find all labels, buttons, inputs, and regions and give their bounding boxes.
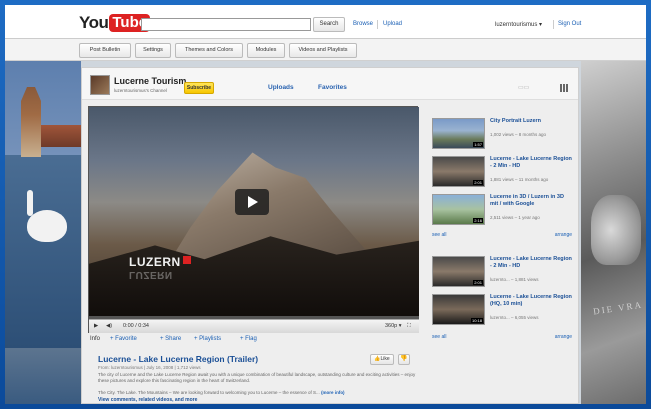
player-controls: ▶ ◀) 0:00 / 0:34 360p ▾ ⛶ (89, 319, 419, 333)
video-thumbnail[interactable]: 2:01 (432, 256, 485, 287)
video-description: The city of Lucerne and the Lake Lucerne… (98, 372, 416, 383)
channel-header: Lucerne Tourism luzerntourismus's Channe… (82, 68, 578, 100)
list-item[interactable]: 2:01 Lucerne - Lake Lucerne Region - 2 M… (428, 254, 574, 290)
like-button[interactable]: 👍Like (370, 354, 394, 365)
youtube-logo[interactable]: You Tube (79, 12, 151, 32)
share-button[interactable]: + Share (160, 336, 181, 342)
list-item[interactable]: 1:57 City Portrait Luzern 1,002 views – … (428, 116, 574, 152)
list-item-title[interactable]: City Portrait Luzern (490, 118, 572, 125)
list-item-meta: 1,881 views – 11 months ago (490, 177, 549, 182)
duration-badge: 2:16 (473, 218, 483, 223)
quality-selector[interactable]: 360p ▾ (385, 323, 402, 329)
video-frame[interactable]: LUZERN LUZERN (89, 107, 419, 319)
tab-modules[interactable]: Modules (247, 43, 285, 58)
video-title[interactable]: Lucerne - Lake Lucerne Region (Trailer) (98, 354, 258, 364)
see-all-link[interactable]: see all (432, 334, 446, 340)
tab-post-bulletin[interactable]: Post Bulletin (79, 43, 131, 58)
chapel-bridge (41, 125, 81, 147)
list-item-meta: 2,511 views – 1 year ago (490, 215, 540, 220)
username: luzerntourismus (495, 22, 538, 28)
lion-monument (591, 195, 641, 265)
tab-themes-and-colors[interactable]: Themes and Colors (175, 43, 243, 58)
channel-tab-bar: Post Bulletin Settings Themes and Colors… (5, 39, 646, 61)
duration-badge: 1:57 (473, 142, 483, 147)
search-button[interactable]: Search (313, 17, 345, 32)
swan (27, 210, 67, 242)
channel-name[interactable]: Lucerne Tourism (114, 76, 186, 86)
channel-nav-uploads[interactable]: Uploads (268, 84, 294, 91)
swan-neck (27, 190, 33, 216)
channel-nav-favorites[interactable]: Favorites (318, 84, 347, 91)
header-separator (553, 20, 554, 29)
list-item-title[interactable]: Lucerne - Lake Lucerne Region - 2 Min - … (490, 156, 572, 170)
site-header: You Tube Search Browse Upload luzerntour… (5, 5, 646, 39)
list-view-icon[interactable]: ▭▭ (518, 84, 529, 91)
duration-badge: 2:01 (473, 180, 483, 185)
video-thumbnail[interactable]: 2:01 (432, 156, 485, 187)
user-menu[interactable]: luzerntourismus ▾ (495, 21, 542, 28)
background-lake (5, 155, 81, 348)
browser-viewport: You Tube Search Browse Upload luzerntour… (5, 5, 646, 404)
subscribe-button[interactable]: Subscribe (184, 82, 214, 94)
more-info-link[interactable]: (more info) (321, 390, 345, 395)
list-item[interactable]: 10:18 Lucerne - Lake Lucerne Region (HQ,… (428, 292, 574, 328)
sign-out-link[interactable]: Sign Out (558, 21, 581, 27)
grid-view-icon[interactable] (560, 84, 570, 92)
video-thumbnail[interactable]: 1:57 (432, 118, 485, 149)
arrange-link[interactable]: arrange (555, 232, 572, 238)
video-watermark-reflection: LUZERN (129, 269, 173, 280)
view-more-link[interactable]: View comments, related videos, and more (98, 397, 197, 403)
tab-settings[interactable]: Settings (135, 43, 171, 58)
list-item-title[interactable]: Lucerne in 3D / Luzern in 3D mit / with … (490, 194, 572, 208)
logo-you: You (79, 12, 109, 32)
video-player[interactable]: LUZERN LUZERN ▶ ◀) 0:00 / 0:34 360p ▾ ⛶ (88, 106, 419, 333)
browse-link[interactable]: Browse (353, 21, 373, 27)
video-watermark: LUZERN (129, 255, 191, 269)
chevron-down-icon: ▾ (539, 22, 543, 28)
channel-subtitle: luzerntourismus's Channel (114, 88, 167, 93)
list-item[interactable]: 2:16 Lucerne in 3D / Luzern in 3D mit / … (428, 192, 574, 228)
flag-button[interactable]: + Flag (240, 336, 257, 342)
list-item-meta: luzernto... – 6,055 views (490, 315, 539, 320)
list-links: see all arrange (432, 334, 572, 340)
playlists-button[interactable]: + Playlists (194, 336, 221, 342)
video-description-continued: The City. The Lake. The Mountains – We a… (98, 390, 345, 395)
swiss-flag-icon (182, 256, 191, 264)
list-item-title[interactable]: Lucerne - Lake Lucerne Region (HQ, 10 mi… (490, 294, 572, 308)
duration-badge: 2:01 (473, 280, 483, 285)
channel-avatar[interactable] (90, 75, 110, 95)
list-links: see all arrange (432, 232, 572, 238)
video-thumbnail[interactable]: 2:16 (432, 194, 485, 225)
favorite-button[interactable]: + Favorite (110, 336, 137, 342)
fullscreen-icon[interactable]: ⛶ (407, 323, 411, 330)
tab-videos-and-playlists[interactable]: Videos and Playlists (289, 43, 357, 58)
water-tower (21, 87, 41, 157)
list-item-meta: luzernto... – 1,881 views (490, 277, 539, 282)
thumbs-down-icon: 👎 (400, 356, 408, 362)
video-thumbnail[interactable]: 10:18 (432, 294, 485, 325)
video-meta: From: luzerntourismus | July 16, 2008 | … (98, 365, 201, 370)
tab-info[interactable]: Info (90, 336, 100, 342)
volume-icon[interactable]: ◀) (106, 323, 112, 329)
see-all-link[interactable]: see all (432, 232, 446, 238)
duration-badge: 10:18 (470, 318, 483, 323)
header-separator (377, 20, 378, 29)
play-button-overlay[interactable] (235, 189, 269, 215)
upload-link[interactable]: Upload (383, 21, 402, 27)
list-item-title[interactable]: Lucerne - Lake Lucerne Region - 2 Min - … (490, 256, 572, 270)
time-display: 0:00 / 0:34 (123, 323, 149, 329)
search-input[interactable] (141, 18, 311, 31)
list-item[interactable]: 2:01 Lucerne - Lake Lucerne Region - 2 M… (428, 154, 574, 190)
list-item-meta: 1,002 views – 8 months ago (490, 132, 547, 137)
play-icon[interactable]: ▶ (94, 323, 98, 329)
dislike-button[interactable]: 👎 (398, 354, 410, 365)
arrange-link[interactable]: arrange (555, 334, 572, 340)
channel-panel: Lucerne Tourism luzerntourismus's Channe… (81, 67, 579, 404)
